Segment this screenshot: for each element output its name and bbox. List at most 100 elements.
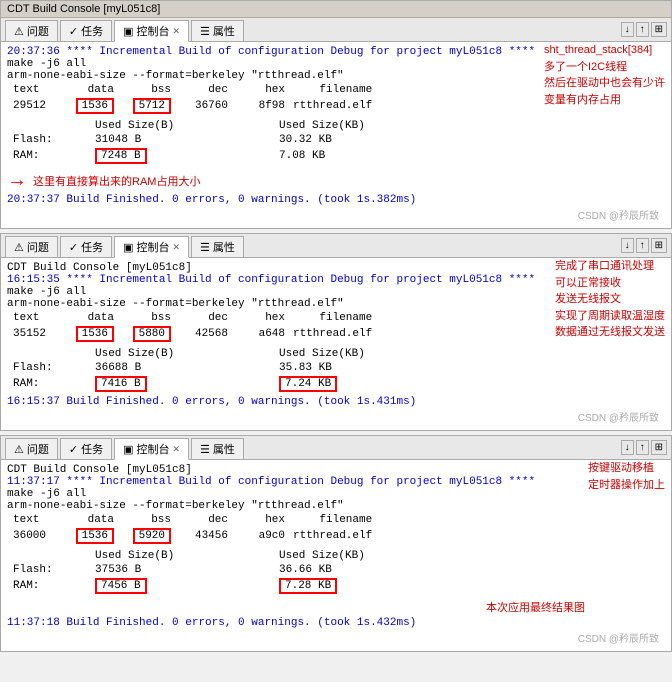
col-bss-h3: bss [122, 514, 177, 526]
tab-problems-2[interactable]: ⚠ 问题 [5, 236, 58, 257]
panel-1: CDT Build Console [myL051c8] ⚠ 问题 ✓ 任务 ▣… [0, 0, 672, 229]
used-size-kb-header-2: Used Size(KB) [279, 348, 373, 360]
col-bss-h2: bss [122, 312, 177, 324]
size-blank-2 [13, 348, 93, 360]
ram-b-highlight-1: 7248 B [95, 148, 147, 164]
close-icon-1[interactable]: ✕ [173, 26, 181, 37]
tasks-icon-3: ✓ [69, 443, 78, 456]
ram-kb-highlight-2: 7.24 KB [279, 376, 337, 392]
panel-1-toolbar: ↓ ↑ ⊞ [621, 22, 667, 39]
used-size-b-header-2: Used Size(B) [95, 348, 195, 360]
panel-2-btn-up[interactable]: ↑ [636, 238, 649, 253]
panel-1-build-table: text data bss dec hex filename 29512 153… [11, 82, 380, 116]
panel-3-btn-up[interactable]: ↑ [636, 440, 649, 455]
tab-properties-1[interactable]: ☰ 属性 [191, 20, 244, 41]
flash-label-2: Flash: [13, 362, 93, 374]
panel-3: ⚠ 问题 ✓ 任务 ▣ 控制台 ✕ ☰ 属性 ↓ ↑ ⊞ 按键驱动移植 定时器操… [0, 435, 672, 652]
val-bss-3: 5920 [122, 528, 177, 544]
val-text-2: 35152 [13, 326, 63, 342]
flash-b-3: 37536 B [95, 564, 195, 576]
val-bss-2: 5880 [122, 326, 177, 342]
ram-kb-1: 7.08 KB [279, 148, 373, 164]
tab-properties-3[interactable]: ☰ 属性 [191, 438, 244, 459]
panel-3-format: arm-none-eabi-size --format=berkeley "rt… [7, 500, 665, 512]
col-dec-h: dec [179, 84, 234, 96]
panel-3-content: 按键驱动移植 定时器操作加上 CDT Build Console [myL051… [1, 460, 671, 651]
panel-2-btn-down[interactable]: ↓ [621, 238, 634, 253]
size-blank2-2 [197, 348, 277, 360]
panel-1-btn-down[interactable]: ↓ [621, 22, 634, 37]
ram-b-2: 7416 B [95, 376, 195, 392]
ram-kb-3: 7.28 KB [279, 578, 373, 594]
val-text-3: 36000 [13, 528, 63, 544]
panel-1-btn-up[interactable]: ↑ [636, 22, 649, 37]
panel-3-watermark: CSDN @矜辰所致 [7, 629, 665, 647]
close-icon-2[interactable]: ✕ [173, 242, 181, 253]
panel-1-watermark: CSDN @矜辰所致 [7, 206, 665, 224]
val-dec-1: 36760 [179, 98, 234, 114]
col-data-h3: data [65, 514, 120, 526]
col-text-h2: text [13, 312, 63, 324]
panel-1-size-table: Used Size(B) Used Size(KB) Flash: 31048 … [11, 118, 375, 166]
used-size-b-header-1: Used Size(B) [95, 120, 195, 132]
size-blank2-3 [197, 550, 277, 562]
ram-kb-2: 7.24 KB [279, 376, 373, 392]
panel-3-note: 本次应用最终结果图 [7, 599, 665, 615]
problems-icon-3: ⚠ [14, 443, 24, 456]
panel-3-build-table: text data bss dec hex filename 36000 153… [11, 512, 380, 546]
tab-console-3[interactable]: ▣ 控制台 ✕ [114, 438, 189, 460]
used-size-kb-header-3: Used Size(KB) [279, 550, 373, 562]
console-icon-2: ▣ [123, 241, 133, 254]
tab-console-2[interactable]: ▣ 控制台 ✕ [114, 236, 189, 258]
flash-b-1: 31048 B [95, 134, 195, 146]
panel-2: ⚠ 问题 ✓ 任务 ▣ 控制台 ✕ ☰ 属性 ↓ ↑ ⊞ 完成了串口通讯处理 可… [0, 233, 672, 431]
panel-1-title: CDT Build Console [myL051c8] [1, 1, 671, 18]
val-filename-3: rtthread.elf [293, 528, 378, 544]
console-icon-3: ▣ [123, 443, 133, 456]
flash-kb-2: 35.83 KB [279, 362, 373, 374]
col-hex-h2: hex [236, 312, 291, 324]
col-data-h2: data [65, 312, 120, 324]
ram-b-1: 7248 B [95, 148, 195, 164]
data-highlight-1: 1536 [76, 98, 114, 114]
ram-b-3: 7456 B [95, 578, 195, 594]
tab-problems-1[interactable]: ⚠ 问题 [5, 20, 58, 41]
val-dec-2: 42568 [179, 326, 234, 342]
panel-3-size-table: Used Size(B) Used Size(KB) Flash: 37536 … [11, 548, 375, 596]
used-size-b-header-3: Used Size(B) [95, 550, 195, 562]
panel-2-build-result: 16:15:37 Build Finished. 0 errors, 0 war… [7, 396, 665, 408]
ram-b-highlight-2: 7416 B [95, 376, 147, 392]
tab-problems-3[interactable]: ⚠ 问题 [5, 438, 58, 459]
panel-3-btn-down[interactable]: ↓ [621, 440, 634, 455]
close-icon-3[interactable]: ✕ [173, 444, 181, 455]
panel-1-tab-bar: ⚠ 问题 ✓ 任务 ▣ 控制台 ✕ ☰ 属性 ↓ ↑ ⊞ [1, 18, 671, 42]
val-hex-2: a648 [236, 326, 291, 342]
flash-kb-3: 36.66 KB [279, 564, 373, 576]
panel-1-annotation: sht_thread_stack[384] 多了一个I2C线程 然后在驱动中也会… [544, 42, 665, 108]
panel-1-btn-pin[interactable]: ⊞ [651, 22, 667, 37]
ram-kb-highlight-3: 7.28 KB [279, 578, 337, 594]
col-bss-h: bss [122, 84, 177, 96]
panel-3-btn-pin[interactable]: ⊞ [651, 440, 667, 455]
properties-icon-2: ☰ [200, 241, 210, 254]
panel-2-annotation: 完成了串口通讯处理 可以正常接收 发送无线报文 实现了周期读取温湿度 数据通过无… [555, 258, 665, 341]
val-data-2: 1536 [65, 326, 120, 342]
tab-tasks-1[interactable]: ✓ 任务 [60, 20, 112, 41]
flash-label-3: Flash: [13, 564, 93, 576]
col-hex-h3: hex [236, 514, 291, 526]
val-data-3: 1536 [65, 528, 120, 544]
panel-2-btn-pin[interactable]: ⊞ [651, 238, 667, 253]
panel-2-tab-bar: ⚠ 问题 ✓ 任务 ▣ 控制台 ✕ ☰ 属性 ↓ ↑ ⊞ [1, 234, 671, 258]
val-data-1: 1536 [65, 98, 120, 114]
val-dec-3: 43456 [179, 528, 234, 544]
panel-2-content: 完成了串口通讯处理 可以正常接收 发送无线报文 实现了周期读取温湿度 数据通过无… [1, 258, 671, 430]
tab-tasks-2[interactable]: ✓ 任务 [60, 236, 112, 257]
panel-3-line1: 11:37:17 **** Incremental Build of confi… [7, 476, 665, 488]
tab-console-1[interactable]: ▣ 控制台 ✕ [114, 20, 189, 42]
panel-1-content: sht_thread_stack[384] 多了一个I2C线程 然后在驱动中也会… [1, 42, 671, 228]
tab-tasks-3[interactable]: ✓ 任务 [60, 438, 112, 459]
tab-properties-2[interactable]: ☰ 属性 [191, 236, 244, 257]
val-text-1: 29512 [13, 98, 63, 114]
flash-label-1: Flash: [13, 134, 93, 146]
problems-icon-1: ⚠ [14, 25, 24, 38]
